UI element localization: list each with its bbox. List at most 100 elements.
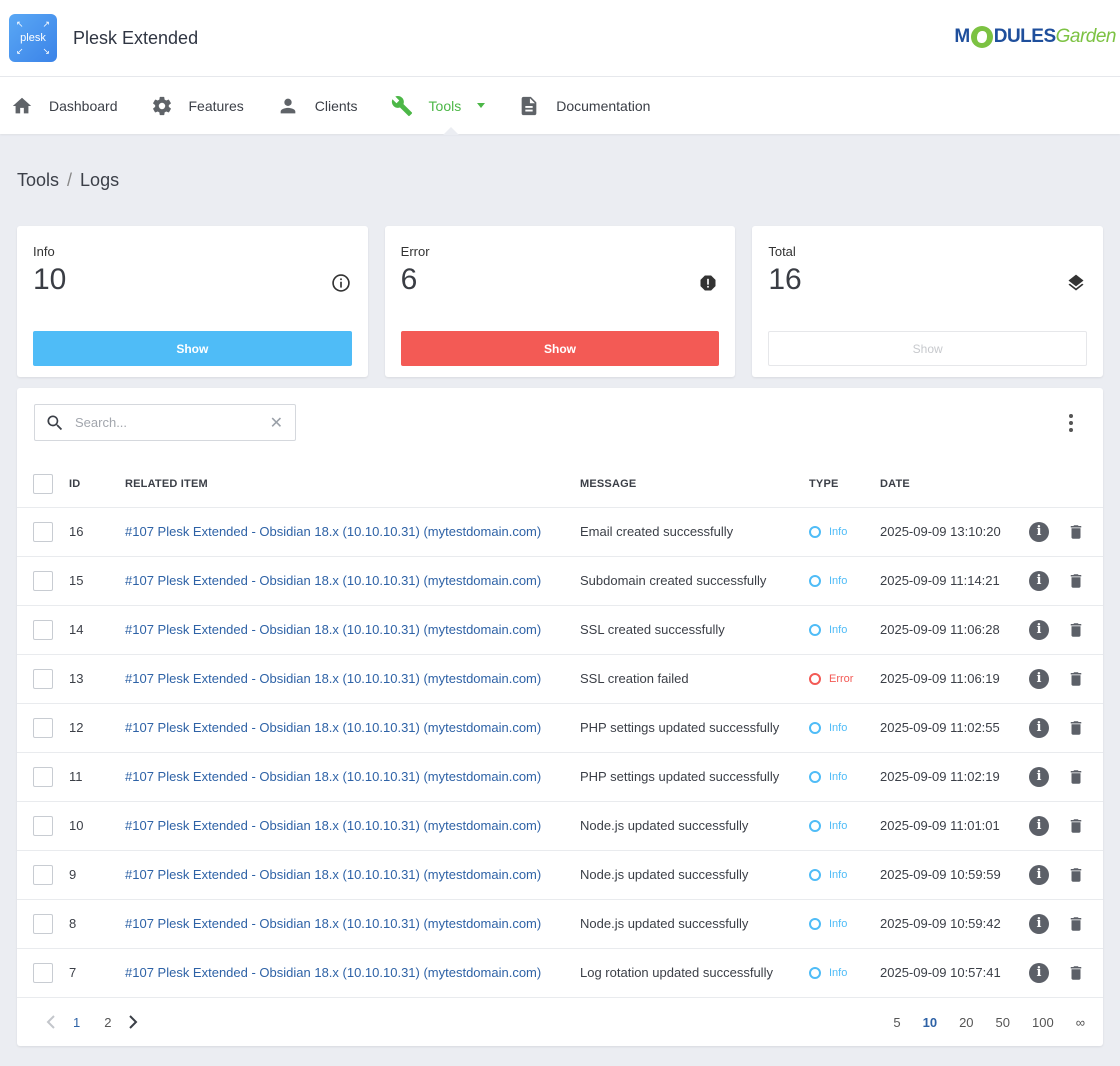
alert-octagon-icon — [700, 275, 716, 291]
select-all-checkbox[interactable] — [33, 474, 53, 495]
related-item-link[interactable]: #107 Plesk Extended - Obsidian 18.x (10.… — [125, 818, 541, 833]
page-button[interactable]: 2 — [104, 1015, 111, 1030]
info-icon[interactable]: i — [1029, 864, 1049, 885]
search-icon — [47, 415, 63, 430]
trash-icon[interactable] — [1067, 571, 1085, 591]
trash-icon[interactable] — [1067, 963, 1085, 983]
trash-icon[interactable] — [1067, 914, 1085, 934]
trash-icon[interactable] — [1067, 620, 1085, 640]
trash-icon[interactable] — [1067, 865, 1085, 885]
related-item-link[interactable]: #107 Plesk Extended - Obsidian 18.x (10.… — [125, 524, 541, 539]
row-message: PHP settings updated successfully — [580, 702, 809, 752]
row-checkbox[interactable] — [33, 815, 53, 836]
breadcrumb-parent[interactable]: Tools — [17, 170, 59, 190]
nav-item-documentation[interactable]: Documentation — [518, 77, 650, 134]
row-checkbox[interactable] — [33, 717, 53, 738]
error-card-value: 6 — [400, 263, 418, 296]
related-item-link[interactable]: #107 Plesk Extended - Obsidian 18.x (10.… — [125, 916, 541, 931]
page-size-option[interactable]: 20 — [959, 1015, 973, 1030]
info-icon[interactable]: i — [1029, 570, 1049, 591]
page-size-option[interactable]: 10 — [923, 1015, 937, 1030]
info-card-label: Info — [33, 244, 55, 259]
page-size-option[interactable]: 5 — [893, 1015, 900, 1030]
globe-icon — [970, 26, 993, 48]
status-dot-icon — [809, 623, 821, 636]
trash-icon[interactable] — [1067, 522, 1085, 542]
related-item-link[interactable]: #107 Plesk Extended - Obsidian 18.x (10.… — [125, 965, 541, 980]
status-dot-icon — [809, 819, 821, 832]
gear-icon — [152, 96, 171, 115]
row-checkbox[interactable] — [33, 668, 53, 689]
related-item-link[interactable]: #107 Plesk Extended - Obsidian 18.x (10.… — [125, 622, 541, 637]
related-item-link[interactable]: #107 Plesk Extended - Obsidian 18.x (10.… — [125, 867, 541, 882]
info-icon[interactable]: i — [1029, 521, 1049, 542]
type-label: Info — [829, 966, 848, 979]
chevron-right-icon[interactable] — [123, 1012, 143, 1032]
column-header-message[interactable]: MESSAGE — [580, 462, 809, 507]
search-input[interactable] — [75, 415, 270, 430]
row-checkbox[interactable] — [33, 864, 53, 885]
row-id: 13 — [69, 653, 125, 703]
type-badge: Error — [809, 672, 880, 685]
trash-icon[interactable] — [1067, 767, 1085, 787]
status-dot-icon — [809, 672, 821, 685]
trash-icon[interactable] — [1067, 816, 1085, 836]
pagination: 1 2 5 10 20 50 100 ∞ — [17, 997, 1103, 1046]
info-icon[interactable]: i — [1029, 815, 1049, 836]
trash-icon[interactable] — [1067, 718, 1085, 738]
row-checkbox[interactable] — [33, 962, 53, 983]
clear-icon[interactable]: ✕ — [270, 413, 283, 433]
page-button[interactable]: 1 — [73, 1015, 80, 1030]
expand-arrow-icon: ↗ — [42, 19, 50, 29]
plesk-logo[interactable]: ↖ ↗ ↙ ↘ plesk — [9, 14, 57, 62]
table-row: 9 #107 Plesk Extended - Obsidian 18.x (10… — [17, 849, 1103, 899]
more-options-icon[interactable] — [1069, 414, 1073, 435]
related-item-link[interactable]: #107 Plesk Extended - Obsidian 18.x (10.… — [125, 720, 541, 735]
nav-item-dashboard[interactable]: Dashboard — [11, 77, 118, 134]
table-row: 15 #107 Plesk Extended - Obsidian 18.x (1… — [17, 555, 1103, 605]
show-info-button[interactable]: Show — [33, 331, 352, 366]
total-card-label: Total — [768, 244, 796, 259]
column-header-date[interactable]: DATE — [880, 462, 1029, 507]
trash-icon[interactable] — [1067, 669, 1085, 689]
row-date: 2025-09-09 11:02:55 — [880, 702, 1029, 752]
table-header-row: ID RELATED ITEM MESSAGE TYPE DATE — [17, 462, 1103, 507]
related-item-link[interactable]: #107 Plesk Extended - Obsidian 18.x (10.… — [125, 671, 541, 686]
logs-table: ID RELATED ITEM MESSAGE TYPE DATE 16 #107… — [17, 462, 1103, 997]
stat-cards: Info 10 Show Error 6 Show Total 16 Show — [0, 226, 1120, 377]
row-checkbox[interactable] — [33, 521, 53, 542]
info-icon[interactable]: i — [1029, 766, 1049, 787]
info-icon[interactable]: i — [1029, 717, 1049, 738]
info-icon[interactable]: i — [1029, 668, 1049, 689]
column-header-type[interactable]: TYPE — [809, 462, 880, 507]
page-size-option[interactable]: ∞ — [1076, 1015, 1085, 1030]
show-error-button[interactable]: Show — [400, 331, 720, 366]
info-icon[interactable]: i — [1029, 962, 1049, 983]
row-message: Log rotation updated successfully — [580, 947, 809, 997]
row-id: 11 — [69, 751, 125, 801]
row-message: PHP settings updated successfully — [580, 751, 809, 801]
info-icon[interactable]: i — [1029, 619, 1049, 640]
row-checkbox[interactable] — [33, 570, 53, 591]
status-dot-icon — [809, 966, 821, 979]
show-total-button[interactable]: Show — [768, 331, 1088, 366]
page-size-option[interactable]: 50 — [996, 1015, 1010, 1030]
nav-item-tools[interactable]: Tools — [391, 77, 486, 135]
nav-item-clients[interactable]: Clients — [277, 77, 358, 134]
column-header-related-item[interactable]: RELATED ITEM — [125, 462, 580, 507]
column-header-id[interactable]: ID — [69, 462, 125, 507]
nav-item-features[interactable]: Features — [151, 77, 244, 134]
type-badge: Info — [809, 868, 880, 881]
related-item-link[interactable]: #107 Plesk Extended - Obsidian 18.x (10.… — [125, 573, 541, 588]
page-size-option[interactable]: 100 — [1032, 1015, 1054, 1030]
document-icon — [521, 96, 537, 115]
row-id: 8 — [69, 898, 125, 948]
related-item-link[interactable]: #107 Plesk Extended - Obsidian 18.x (10.… — [125, 769, 541, 784]
row-date: 2025-09-09 11:14:21 — [880, 555, 1029, 605]
row-checkbox[interactable] — [33, 619, 53, 640]
row-message: Subdomain created successfully — [580, 555, 809, 605]
row-checkbox[interactable] — [33, 913, 53, 934]
info-icon[interactable]: i — [1029, 913, 1049, 934]
chevron-left-icon[interactable] — [41, 1012, 61, 1032]
row-checkbox[interactable] — [33, 766, 53, 787]
